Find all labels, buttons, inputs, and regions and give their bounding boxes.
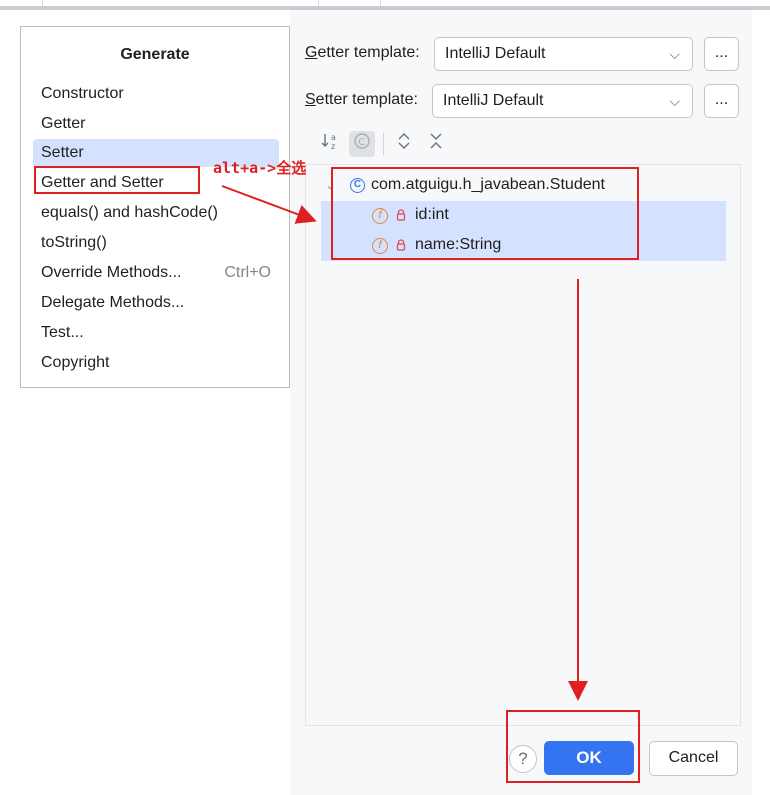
arrow-to-tree bbox=[221, 185, 317, 224]
annotation-arrows bbox=[221, 185, 588, 701]
